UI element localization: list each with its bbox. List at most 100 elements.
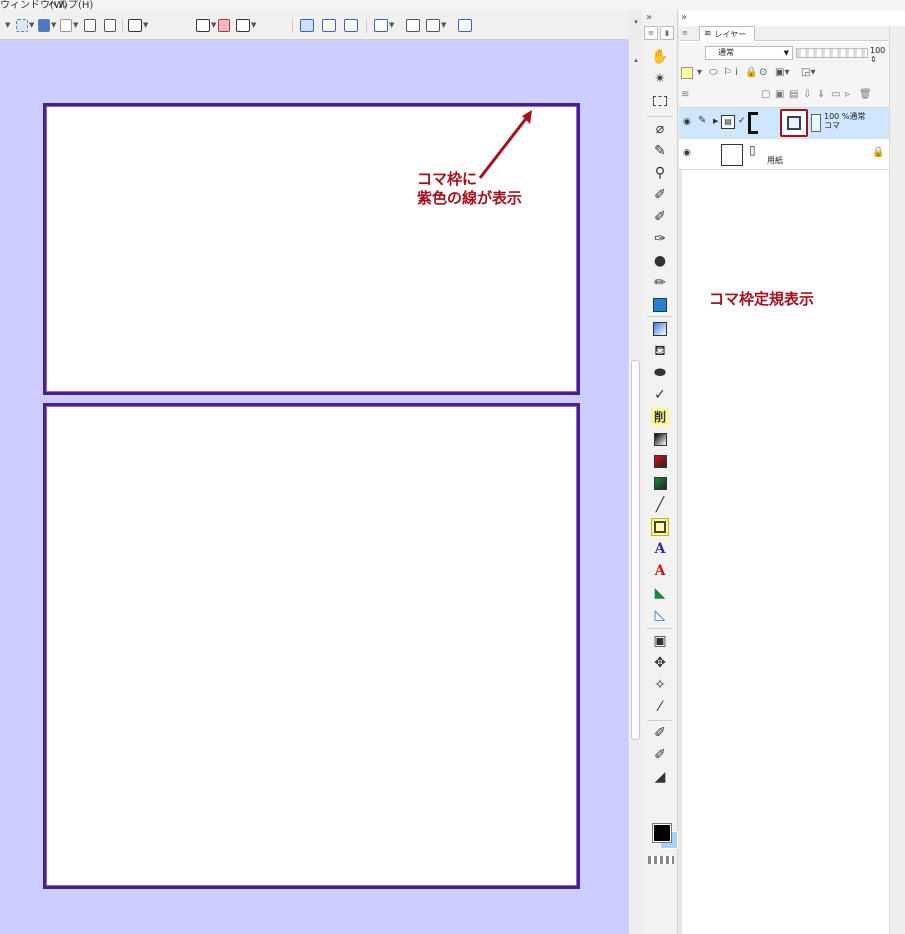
show-frame-border-icon[interactable] [458, 18, 472, 32]
layer-panel-tabbar: ≡ ≋ レイヤー [679, 26, 889, 41]
blend-icon[interactable]: ⬬ [651, 364, 669, 382]
clip-icon[interactable]: ⬭ [709, 67, 718, 78]
layer-move-icon[interactable]: ▼ [38, 18, 56, 32]
mask-icon[interactable]: ▣▾ [775, 67, 789, 78]
toolbar-separator [366, 19, 367, 33]
text-icon[interactable]: A [651, 540, 669, 558]
layer-row-paper[interactable]: ◉ ▯ 用紙 🔒 [679, 139, 889, 170]
tool-tab-icon[interactable]: ▮ [660, 26, 674, 40]
layers-icon[interactable]: ≋ [681, 89, 689, 100]
show-grid-icon[interactable]: ▼ [426, 18, 446, 32]
selection-icon[interactable] [651, 92, 669, 110]
draft-icon[interactable]: ⅰ [735, 67, 738, 78]
layer-row-frame[interactable]: ◉ ✎ ▶ ▤ ✓ 100 %通常 コマ [679, 108, 889, 139]
lock-transparent-icon[interactable]: ⊙ [759, 67, 767, 78]
reference-icon[interactable]: ⚐ [723, 67, 732, 78]
layer-mask-icon[interactable]: ▭ [831, 89, 840, 100]
airbrush-icon[interactable]: ✑ [651, 230, 669, 248]
frame-folder-icon[interactable] [218, 18, 230, 32]
eraser-icon[interactable]: ⌀ [651, 120, 669, 138]
fill-bucket-icon[interactable]: ⛾ [651, 342, 669, 360]
chevron-down-icon[interactable]: ▾ [697, 67, 702, 78]
collapse-arrow-icon[interactable]: ▾ [631, 18, 641, 28]
menu-icon[interactable]: ≡ [682, 29, 692, 38]
check-icon[interactable]: ✓ [738, 116, 746, 126]
brush-icon[interactable]: ✐ [651, 186, 669, 204]
watercolor-icon[interactable]: ● [651, 252, 669, 270]
pencil-icon[interactable]: ✏ [651, 274, 669, 292]
flip-icon[interactable] [104, 18, 116, 32]
tab-layer[interactable]: ≋ レイヤー [699, 26, 756, 41]
lock-icon[interactable]: 🔒 [745, 67, 757, 78]
ruler-icon[interactable]: ◺ [651, 606, 669, 624]
comic-frame-bottom[interactable] [43, 403, 580, 889]
hand-icon[interactable]: ✋ [651, 48, 669, 66]
rotate-icon[interactable] [84, 18, 96, 32]
opacity-value[interactable]: 100 ⇕ [870, 46, 889, 64]
ruler-layer-icon[interactable]: ◲▾ [801, 67, 815, 78]
merge-icon[interactable]: ⇓ [817, 89, 825, 100]
gradient-icon[interactable] [651, 474, 669, 492]
new-vector-layer-icon[interactable]: ▣ [775, 89, 784, 100]
transparent-color-swatch[interactable] [648, 856, 674, 864]
erase-label-icon[interactable]: 削 [651, 408, 669, 426]
gradient-icon[interactable] [651, 430, 669, 448]
transform-icon[interactable]: ▼ [16, 18, 34, 32]
delete-icon[interactable]: 🗑 [859, 89, 872, 100]
brush-icon[interactable]: ✐ [651, 746, 669, 764]
menu-icon[interactable]: ≡ [644, 26, 658, 40]
new-layer-icon[interactable]: ▢ [761, 89, 770, 100]
menu-help[interactable]: ヘルプ(H) [48, 0, 93, 10]
annotation-frame-ruler: コマ枠定規表示 [709, 290, 815, 308]
layer-property-row: ▾ ⬭ ⚐ ⅰ 🔒 ⊙ ▣▾ ◲▾ [679, 64, 889, 84]
expand-arrow-icon[interactable]: » [646, 12, 652, 23]
snap-ruler-icon[interactable] [300, 18, 314, 32]
lock-icon[interactable]: 🔒 [872, 147, 884, 158]
eraser-icon[interactable]: ◢ [651, 768, 669, 786]
gradient-icon[interactable] [651, 452, 669, 470]
text-icon[interactable]: A [651, 562, 669, 580]
ruler-create-icon[interactable]: ▹ [845, 89, 850, 100]
stamp-icon[interactable]: ⚲ [651, 164, 669, 182]
layer-panel-scrollbar[interactable] [889, 26, 905, 934]
frame-ruler-thumbnail[interactable] [780, 109, 808, 137]
transfer-icon[interactable]: ⇩ [803, 89, 811, 100]
frame-divide-icon[interactable]: ▼ [196, 18, 216, 32]
canvas-area[interactable]: コマ枠に 紫色の線が表示 [0, 40, 628, 934]
crop-icon[interactable]: ▼ [60, 18, 78, 32]
new-folder-icon[interactable]: ▤ [789, 89, 798, 100]
blend-mode-select[interactable]: 通常 ▼ [705, 46, 793, 60]
frame-border-tool-icon[interactable] [651, 518, 669, 536]
fill-icon[interactable] [651, 320, 669, 338]
eye-icon[interactable]: ◉ [683, 117, 691, 127]
show-ruler-icon[interactable] [406, 18, 420, 32]
object-icon[interactable]: ▣ [651, 632, 669, 650]
layer-color-swatch[interactable] [681, 67, 693, 79]
expand-arrow-icon[interactable]: » [681, 12, 687, 23]
correction-icon[interactable]: ✓ [651, 386, 669, 404]
brush-icon[interactable]: ✐ [651, 724, 669, 742]
canvas-vertical-scrollbar[interactable]: ▾ ▴ [628, 18, 642, 934]
eye-icon[interactable]: ◉ [683, 148, 691, 158]
snap-special-ruler-icon[interactable] [322, 18, 336, 32]
scroll-up-icon[interactable]: ▴ [631, 56, 641, 66]
select-mode-icon[interactable]: ▼ [4, 18, 10, 32]
frame-folder-icon[interactable]: ▼ [236, 18, 256, 32]
undo-history-icon[interactable]: ▼ [128, 18, 148, 32]
scrollbar-thumb[interactable] [631, 360, 640, 740]
opacity-slider[interactable] [796, 48, 868, 58]
brush-icon[interactable]: ✐ [651, 208, 669, 226]
magic-wand-icon[interactable]: ✴ [651, 70, 669, 88]
dropper-icon[interactable]: ⁄ [651, 698, 669, 716]
line-icon[interactable]: ╱ [651, 496, 669, 514]
main-color-swatch[interactable] [652, 823, 672, 843]
ruler-icon[interactable]: ◣ [651, 584, 669, 602]
eyedropper-icon[interactable]: ✧ [651, 676, 669, 694]
pen-icon[interactable]: ✎ [651, 142, 669, 160]
operation-icon[interactable]: ✥ [651, 654, 669, 672]
expand-arrow-icon[interactable]: ▶ [713, 117, 718, 125]
decoration-icon[interactable] [651, 296, 669, 314]
show-frame-icon[interactable]: ▼ [374, 18, 394, 32]
snap-grid-icon[interactable] [344, 18, 358, 32]
chevron-down-icon: ▼ [783, 49, 789, 57]
